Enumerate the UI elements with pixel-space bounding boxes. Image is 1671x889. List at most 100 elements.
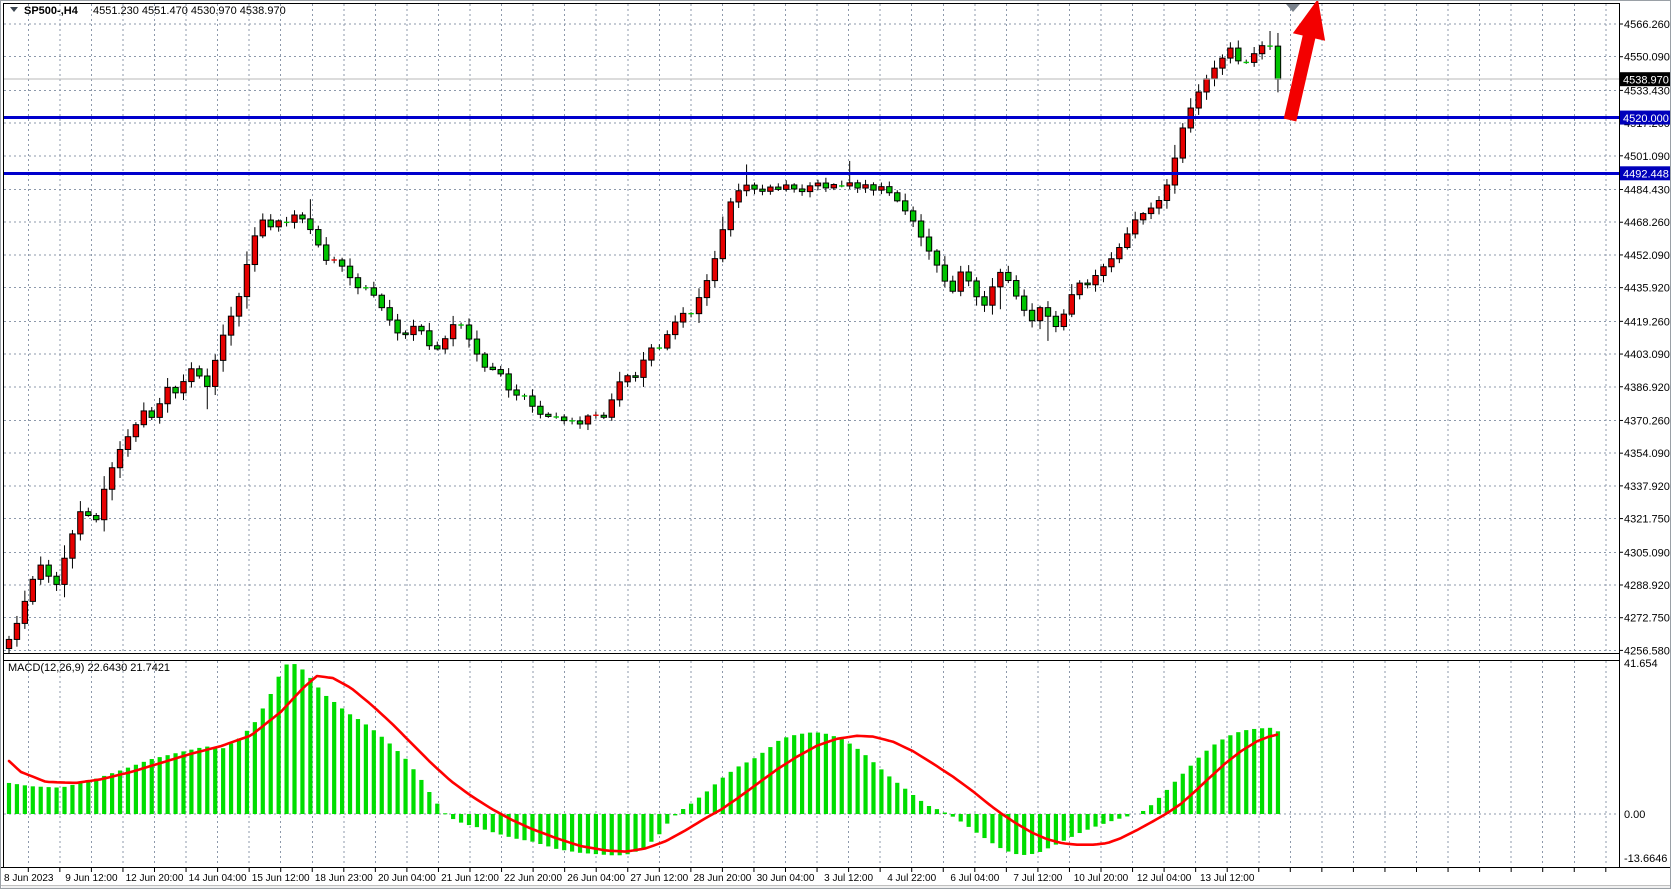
svg-text:4538.970: 4538.970 (1623, 75, 1669, 87)
macd-histogram-bar (1149, 805, 1153, 814)
candle-body (926, 237, 931, 251)
time-tick-label: 20 Jun 04:00 (378, 873, 436, 884)
candle-body (300, 215, 305, 219)
candle-body (371, 288, 376, 295)
candle-body (561, 417, 566, 421)
candle-body (1045, 308, 1050, 317)
macd-indicator (7, 664, 1280, 855)
macd-histogram-bar (959, 814, 963, 821)
macd-histogram-bar (372, 730, 376, 814)
time-tick-label: 9 Jun 12:00 (65, 873, 118, 884)
candle-body (696, 298, 701, 314)
macd-histogram-bar (1070, 814, 1074, 837)
macd-histogram-bar (324, 696, 328, 814)
macd-histogram-bar (102, 776, 106, 814)
chart-title-symbol: SP500-,H4 (24, 5, 79, 17)
macd-histogram-bar (39, 787, 43, 814)
candle-body (189, 369, 194, 382)
time-tick-label: 3 Jul 12:00 (824, 873, 873, 884)
candle-body (680, 313, 685, 322)
macd-histogram-bar (1268, 728, 1272, 814)
macd-histogram-bar (126, 768, 130, 814)
candle-body (292, 215, 297, 222)
candle-body (435, 346, 440, 349)
macd-histogram-bar (94, 779, 98, 814)
candle-body (86, 512, 91, 516)
macd-histogram-bar (832, 736, 836, 814)
candle-body (498, 370, 503, 374)
candle-body (38, 565, 43, 579)
candle-body (776, 187, 781, 189)
candle-body (910, 211, 915, 221)
time-tick-label: 28 Jun 20:00 (693, 873, 751, 884)
macd-histogram-bar (443, 813, 447, 814)
time-tick-label: 8 Jun 2023 (4, 873, 54, 884)
candle-body (1125, 234, 1130, 248)
candle-body (205, 376, 210, 386)
macd-histogram-bar (340, 708, 344, 814)
price-tick-label: 4550.090 (1624, 52, 1670, 64)
candle-body (585, 416, 590, 424)
macd-histogram-bar (78, 783, 82, 814)
macd-histogram-bar (562, 814, 566, 850)
macd-histogram-bar (538, 814, 542, 844)
macd-histogram-bar (166, 755, 170, 814)
price-chart-canvas[interactable]: 4566.2604550.0904533.4304517.2604501.090… (1, 1, 1671, 889)
candle-body (443, 339, 448, 349)
macd-histogram-bar (269, 694, 273, 814)
candle-body (149, 411, 154, 417)
macd-histogram-bar (729, 772, 733, 814)
macd-histogram-bar (633, 814, 637, 852)
candle-body (276, 221, 281, 227)
scroll-marker-icon[interactable] (1286, 4, 1300, 12)
panel-divider[interactable] (4, 654, 1619, 659)
candle-body (887, 187, 892, 193)
price-tick-label: 4484.430 (1624, 185, 1670, 197)
macd-histogram-bar (514, 814, 518, 839)
candle-body (998, 272, 1003, 286)
macd-histogram-bar (1093, 814, 1097, 827)
candle-body (760, 189, 765, 191)
macd-histogram-bar (879, 769, 883, 814)
macd-histogram-bar (665, 814, 669, 824)
candle-body (466, 325, 471, 339)
time-tick-label: 6 Jul 04:00 (950, 873, 999, 884)
candle-body (855, 183, 860, 188)
candle-body (1069, 295, 1074, 314)
candle-body (918, 221, 923, 237)
horizontal-lines (4, 118, 1619, 174)
macd-histogram-bar (784, 737, 788, 814)
candle-body (538, 406, 543, 414)
candle-body (815, 183, 820, 186)
time-tick-label: 21 Jun 12:00 (441, 873, 499, 884)
macd-histogram-bar (1212, 744, 1216, 814)
candle-body (1251, 54, 1256, 63)
candle-body (70, 534, 75, 558)
candle-body (720, 230, 725, 259)
macd-histogram-bar (1236, 732, 1240, 814)
macd-histogram-bar (419, 780, 423, 814)
macd-histogram-bar (284, 664, 288, 814)
price-tick-label: 4370.260 (1624, 415, 1670, 427)
macd-histogram-bar (808, 733, 812, 814)
window-menu-icon[interactable] (10, 7, 18, 12)
candle-body (411, 326, 416, 334)
macd-histogram-bar (70, 785, 74, 814)
candle-body (157, 404, 162, 418)
candle-body (665, 335, 670, 348)
price-tick-label: 4452.090 (1624, 250, 1670, 262)
current-price-badge: 4538.970 (1620, 72, 1671, 86)
candle-body (1061, 314, 1066, 326)
candle-body (181, 382, 186, 393)
macd-histogram-bar (546, 814, 550, 846)
macd-histogram-bar (1125, 814, 1129, 816)
candle-body (744, 185, 749, 191)
macd-histogram-bar (657, 814, 661, 834)
macd-histogram-bar (570, 814, 574, 852)
macd-indicator-label: MACD(12,26,9) 22.6430 21.7421 (8, 662, 170, 674)
macd-histogram-bar (768, 747, 772, 814)
macd-histogram-bar (54, 787, 58, 814)
candle-body (94, 516, 99, 520)
macd-histogram-bar (840, 739, 844, 814)
price-tick-label: 4321.750 (1624, 514, 1670, 526)
